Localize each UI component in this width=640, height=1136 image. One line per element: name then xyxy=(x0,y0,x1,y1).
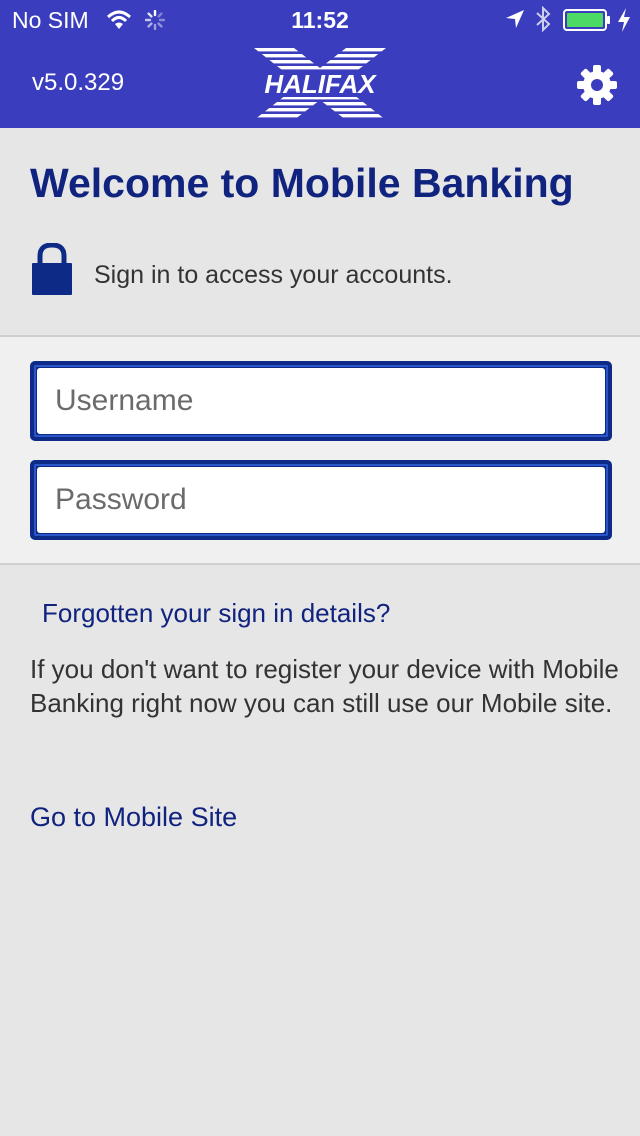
status-bar: No SIM 11:52 xyxy=(0,0,640,40)
login-form xyxy=(0,335,640,565)
svg-text:HALIFAX: HALIFAX xyxy=(264,69,377,99)
password-input[interactable] xyxy=(37,467,605,533)
mobile-site-info-text: If you don't want to register your devic… xyxy=(30,654,619,718)
lock-icon xyxy=(31,242,73,295)
app-version: v5.0.329 xyxy=(32,69,125,96)
username-input[interactable] xyxy=(37,368,605,434)
username-field-frame xyxy=(30,361,612,441)
app-header: v5.0.329 HALIFAX xyxy=(0,40,640,128)
location-arrow-icon xyxy=(505,9,525,34)
signin-prompt: Sign in to access your accounts. xyxy=(94,261,453,289)
gear-icon xyxy=(577,65,617,105)
settings-gear-button[interactable] xyxy=(576,64,618,106)
page-title: Welcome to Mobile Banking xyxy=(30,160,574,206)
go-to-mobile-site-link[interactable]: Go to Mobile Site xyxy=(30,802,237,833)
battery-icon xyxy=(563,9,611,36)
bluetooth-icon xyxy=(535,5,551,37)
charging-bolt-icon xyxy=(617,8,631,37)
forgot-details-link[interactable]: Forgotten your sign in details? xyxy=(42,598,390,629)
password-field-frame xyxy=(30,460,612,540)
halifax-logo: HALIFAX xyxy=(254,48,386,120)
